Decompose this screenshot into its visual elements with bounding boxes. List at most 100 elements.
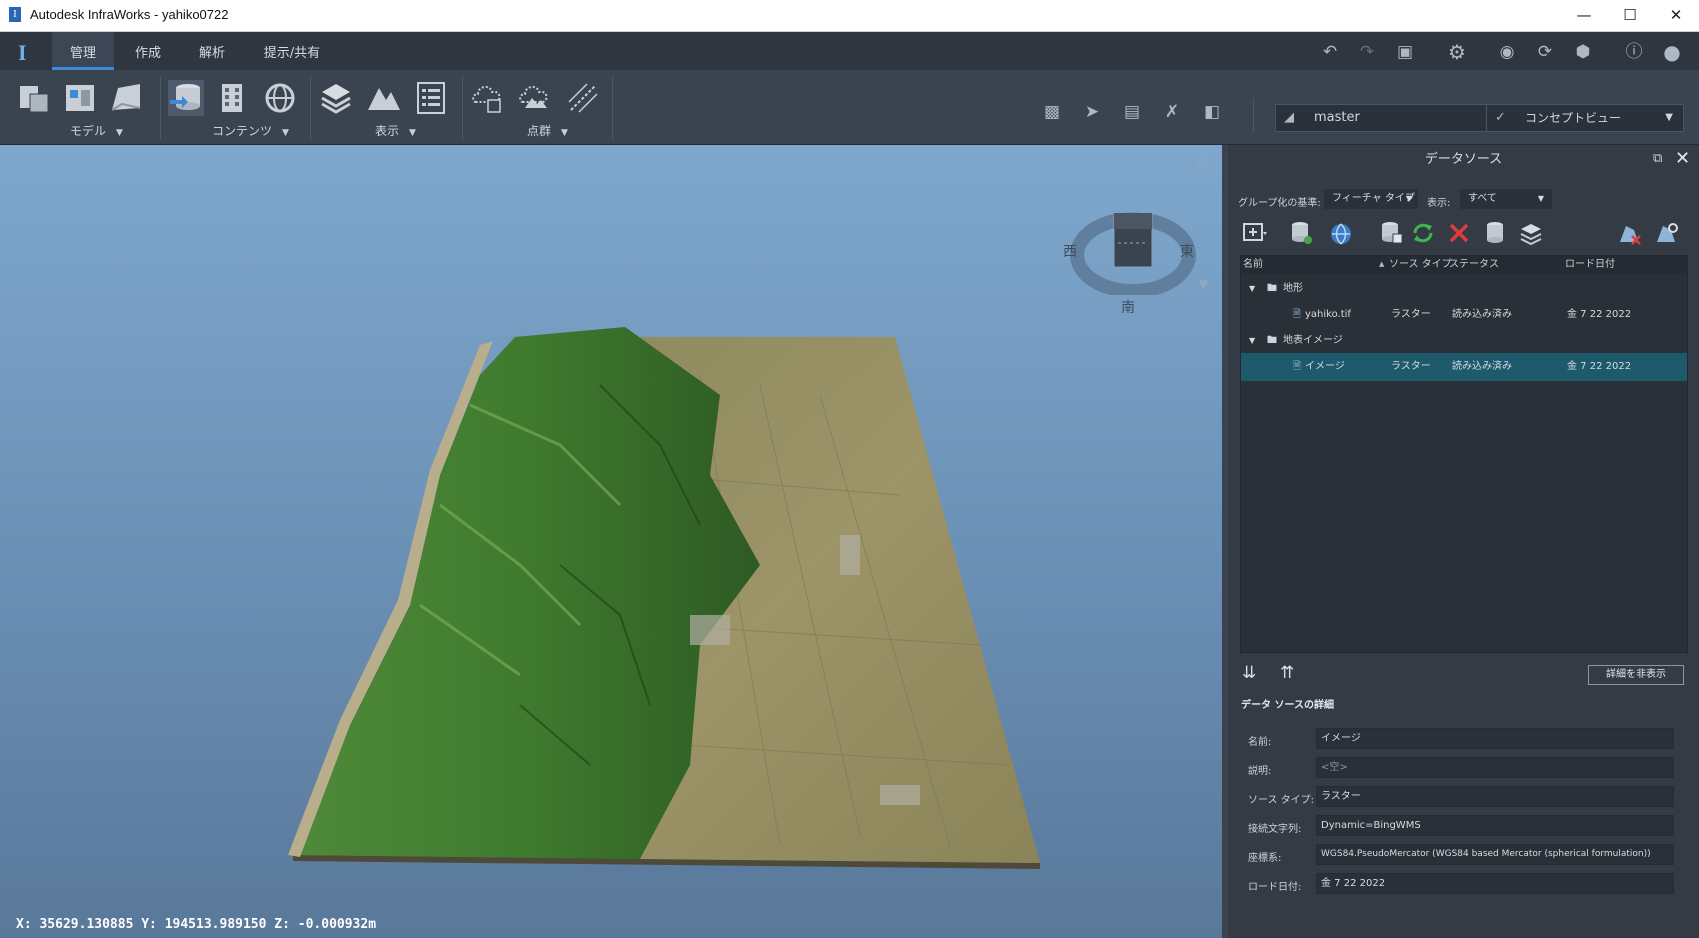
group-by-dropdown[interactable]: フィーチャ タイプ ▼ xyxy=(1324,189,1418,209)
feature-settings-icon[interactable] xyxy=(1653,220,1679,246)
model-cube-icon[interactable]: ⬢ xyxy=(1571,40,1595,64)
window-title: Autodesk InfraWorks - yahiko0722 xyxy=(30,7,229,22)
view-style-dropdown[interactable]: ✓ コンセプトビュー ▼ xyxy=(1486,104,1684,132)
layer-stack-icon[interactable] xyxy=(1518,220,1544,246)
help-icon[interactable]: ⓘ xyxy=(1622,40,1646,64)
settings-gear-icon[interactable]: ⚙ xyxy=(1445,40,1469,64)
internet-model-icon[interactable] xyxy=(262,80,298,116)
database-icon[interactable] xyxy=(1482,220,1508,246)
tree-group-row[interactable]: ▼ 🖿 地表イメージ xyxy=(1241,327,1687,355)
table-row-selected[interactable]: 🗎 イメージ ラスター 読み込み済み 金 7 22 2022 xyxy=(1241,353,1687,381)
row-status: 読み込み済み xyxy=(1452,361,1512,372)
app-icon: I xyxy=(9,7,21,22)
collapse-down-icon[interactable]: ⇊ xyxy=(1242,663,1256,683)
undo-icon[interactable]: ↶ xyxy=(1318,40,1342,64)
row-date: 金 7 22 2022 xyxy=(1567,309,1632,320)
folder-icon: 🖿 xyxy=(1267,335,1277,346)
display-group-label[interactable]: 表示 ▼ xyxy=(375,122,416,139)
view-cube[interactable] xyxy=(1070,205,1196,298)
row-source-type: ラスター xyxy=(1391,361,1431,372)
close-panel-icon[interactable]: ✕ xyxy=(1675,148,1690,169)
internet-source-icon[interactable] xyxy=(1328,220,1354,246)
tab-present-share[interactable]: 提示/共有 xyxy=(256,32,328,70)
measure-icon[interactable]: ▤ xyxy=(1120,100,1144,124)
detail-description-label: 説明: xyxy=(1248,766,1272,777)
close-window-icon[interactable]: ✕ xyxy=(1653,0,1699,31)
tree-header: 名前 ▲ ソース タイプ ステータス ロード日付 xyxy=(1241,256,1687,273)
model-map-icon[interactable] xyxy=(108,80,144,116)
minimize-icon[interactable]: — xyxy=(1561,0,1607,31)
column-load-date[interactable]: ロード日付 xyxy=(1565,256,1615,273)
fullscreen-icon[interactable]: ▣ xyxy=(1393,40,1417,64)
expand-up-icon[interactable]: ⇈ xyxy=(1280,663,1294,683)
table-row[interactable]: 🗎 yahiko.tif ラスター 読み込み済み 金 7 22 2022 xyxy=(1241,301,1687,329)
column-status[interactable]: ステータス xyxy=(1449,256,1499,273)
proposal-icon: ◢ xyxy=(1284,110,1294,125)
point-cloud-linear-icon[interactable] xyxy=(565,80,601,116)
presentation-icon[interactable]: ▩ xyxy=(1040,100,1064,124)
coordinate-readout: X: 35629.130885 Y: 194513.989150 Z: -0.0… xyxy=(16,917,377,932)
view-style-icon: ✓ xyxy=(1495,110,1506,125)
data-source-panel: データソース ⧉ ✕ グループ化の基準: フィーチャ タイプ ▼ 表示: すべて… xyxy=(1228,145,1699,938)
redo-icon[interactable]: ↷ xyxy=(1355,40,1379,64)
ribbon-tab-bar: I 管理 作成 解析 提示/共有 ↶ ↷ ▣ ⚙ ◉ ⟳ ⬢ ⓘ ● xyxy=(0,32,1699,70)
model-layout-icon[interactable] xyxy=(62,80,98,116)
sync-icon[interactable]: ⟳ xyxy=(1533,40,1557,64)
point-cloud-terrain-icon[interactable] xyxy=(517,80,553,116)
point-cloud-group-label[interactable]: 点群 ▼ xyxy=(527,122,568,139)
expand-arrow-icon[interactable]: ▼ xyxy=(1249,327,1255,355)
maximize-icon[interactable]: ☐ xyxy=(1607,0,1653,31)
file-icon: 🗎 xyxy=(1293,361,1302,372)
tab-create[interactable]: 作成 xyxy=(120,32,176,70)
show-filter-dropdown[interactable]: すべて ▼ xyxy=(1460,189,1552,209)
legend-list-icon[interactable] xyxy=(413,80,449,116)
point-cloud-list-icon[interactable] xyxy=(470,80,506,116)
layers-icon[interactable] xyxy=(318,80,354,116)
model-group-label[interactable]: モデル ▼ xyxy=(70,122,123,139)
data-source-icon[interactable] xyxy=(168,80,204,116)
group-name: 地表イメージ xyxy=(1283,335,1343,346)
row-source-type: ラスター xyxy=(1391,309,1431,320)
detail-coordinate-system-field[interactable]: WGS84.PseudoMercator (WGS84 based Mercat… xyxy=(1316,844,1674,865)
detail-load-date-field[interactable]: 金 7 22 2022 xyxy=(1316,873,1674,894)
refresh-icon[interactable] xyxy=(1410,220,1436,246)
database-add-icon[interactable] xyxy=(1288,220,1314,246)
tab-analyze[interactable]: 解析 xyxy=(184,32,240,70)
terrain-icon[interactable] xyxy=(366,80,402,116)
row-name: yahiko.tif xyxy=(1305,309,1351,320)
contents-group-label[interactable]: コンテンツ ▼ xyxy=(212,122,289,139)
infraworks-logo[interactable]: I xyxy=(18,40,27,66)
model-viewport[interactable]: 西 東 南 ⌂ ♥ X: 35629.130885 Y: 194513.9891… xyxy=(0,145,1222,938)
delete-source-icon[interactable] xyxy=(1446,220,1472,246)
user-avatar-icon[interactable]: ● xyxy=(1660,40,1684,64)
detail-connection-label: 接続文字列: xyxy=(1248,824,1302,835)
column-source-type[interactable]: ソース タイプ xyxy=(1389,256,1452,273)
tab-manage[interactable]: 管理 xyxy=(52,32,114,70)
restore-panel-icon[interactable]: ⧉ xyxy=(1653,151,1662,166)
detail-description-field[interactable]: <空> xyxy=(1316,757,1674,778)
configure-source-icon[interactable] xyxy=(1378,220,1404,246)
globe-icon[interactable]: ◉ xyxy=(1495,40,1519,64)
detail-source-type-field[interactable]: ラスター xyxy=(1316,786,1674,807)
panel-toggle-icon[interactable]: ◧ xyxy=(1200,100,1224,124)
model-properties-icon[interactable] xyxy=(16,80,52,116)
select-cursor-icon[interactable]: ➤ xyxy=(1080,100,1104,124)
tools-icon[interactable]: ✗ xyxy=(1160,100,1184,124)
compass-east-label: 東 xyxy=(1180,244,1194,260)
home-view-icon[interactable]: ⌂ xyxy=(1197,149,1207,168)
detail-load-date-label: ロード日付: xyxy=(1248,882,1302,893)
proposal-dropdown[interactable]: ◢ master ▼ xyxy=(1275,104,1507,132)
column-name[interactable]: 名前 xyxy=(1243,256,1263,273)
expand-arrow-icon[interactable]: ▼ xyxy=(1249,275,1255,303)
row-status: 読み込み済み xyxy=(1452,309,1512,320)
chevron-down-icon: ▼ xyxy=(1405,194,1412,203)
building-icon[interactable] xyxy=(214,80,250,116)
view-options-icon[interactable]: ♥ xyxy=(1198,277,1209,291)
remove-feature-icon[interactable] xyxy=(1616,220,1642,246)
detail-connection-field[interactable]: Dynamic=BingWMS xyxy=(1316,815,1674,836)
hide-details-button[interactable]: 詳細を非表示 xyxy=(1588,665,1684,685)
detail-name-field[interactable]: イメージ xyxy=(1316,728,1674,749)
chevron-down-icon: ▼ xyxy=(1665,112,1673,123)
add-data-source-icon[interactable] xyxy=(1242,220,1268,246)
tree-group-row[interactable]: ▼ 🖿 地形 xyxy=(1241,275,1687,303)
